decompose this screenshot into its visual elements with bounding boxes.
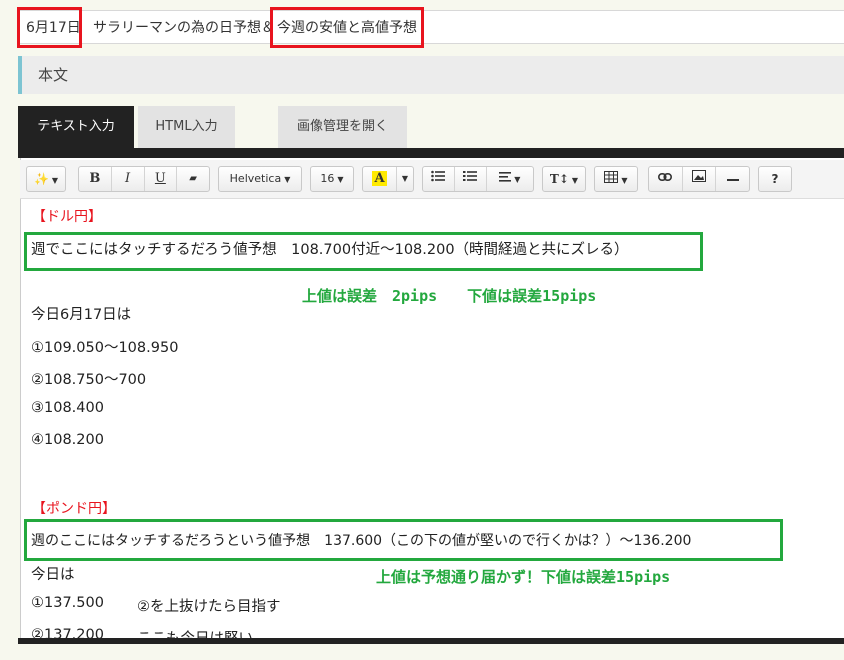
horizontal-rule-icon[interactable] bbox=[716, 167, 749, 191]
link-icon[interactable] bbox=[649, 167, 683, 191]
font-style-group: B I U ▰ bbox=[78, 166, 210, 192]
tab-html-input[interactable]: HTML入力 bbox=[138, 106, 235, 148]
paragraph-group: ▼ bbox=[422, 166, 534, 192]
font-size-select[interactable]: 16 ▼ bbox=[310, 166, 354, 192]
help-button[interactable]: ? bbox=[758, 166, 792, 192]
editor-top-frame bbox=[18, 148, 844, 158]
unordered-list-icon[interactable] bbox=[423, 167, 455, 191]
align-icon[interactable]: ▼ bbox=[487, 167, 533, 191]
line-height-button[interactable]: T↕ ▼ bbox=[542, 166, 586, 192]
gbp-level-2-comment: ここも今日は堅い bbox=[137, 627, 253, 638]
usd-level-3: ③108.400 bbox=[31, 400, 104, 416]
title-highlight-box bbox=[270, 7, 424, 48]
today-label: 今日6月17日は bbox=[31, 307, 132, 323]
underline-button[interactable]: U bbox=[145, 167, 178, 191]
gbp-level-2: ②137.200 bbox=[31, 627, 104, 638]
title-rest: サラリーマンの為の日予想＆ bbox=[93, 20, 275, 36]
image-icon[interactable] bbox=[683, 167, 717, 191]
usd-accuracy-note: 上値は誤差 2pips 下値は誤差15pips bbox=[302, 287, 597, 305]
open-image-manager-button[interactable]: 画像管理を開く bbox=[278, 106, 407, 148]
gbp-weekly-highlight-box bbox=[24, 519, 783, 561]
table-button[interactable]: ▼ bbox=[594, 166, 638, 192]
magic-wand-icon: ✨ bbox=[33, 172, 49, 186]
gbp-accuracy-note: 上値は予想通り届かず！下値は誤差15pips bbox=[376, 568, 671, 586]
gbp-level-1-comment: ②を上抜けたら目指す bbox=[137, 599, 281, 615]
heading-gbp-jpy: 【ポンド円】 bbox=[32, 501, 116, 517]
usd-level-1: ①109.050～108.950 bbox=[31, 340, 179, 356]
body-section-header: 本文 bbox=[18, 56, 844, 94]
heading-usd-jpy: 【ドル円】 bbox=[32, 209, 102, 225]
gbp-today-label: 今日は bbox=[31, 567, 75, 583]
font-color-button[interactable]: A bbox=[363, 167, 397, 191]
italic-button[interactable]: I bbox=[112, 167, 145, 191]
usd-level-2: ②108.750～700 bbox=[31, 372, 147, 388]
editor-bottom-frame bbox=[18, 638, 844, 644]
font-color-icon: A bbox=[372, 171, 387, 186]
font-size-value: 16 bbox=[320, 172, 335, 185]
font-family-value: Helvetica bbox=[229, 172, 282, 185]
eraser-icon[interactable]: ▰ bbox=[177, 167, 209, 191]
date-highlight-box bbox=[17, 7, 82, 48]
ordered-list-icon[interactable] bbox=[455, 167, 487, 191]
line-height-icon: T↕ bbox=[549, 172, 569, 186]
table-icon bbox=[604, 171, 619, 183]
bold-button[interactable]: B bbox=[79, 167, 112, 191]
gbp-level-1: ①137.500 bbox=[31, 595, 104, 611]
tab-text-input[interactable]: テキスト入力 bbox=[18, 106, 134, 148]
usd-level-4: ④108.200 bbox=[31, 432, 104, 448]
font-color-group: A ▼ bbox=[362, 166, 414, 192]
font-color-dropdown[interactable]: ▼ bbox=[397, 167, 413, 191]
usd-weekly-highlight-box bbox=[24, 232, 703, 271]
font-family-select[interactable]: Helvetica ▼ bbox=[218, 166, 302, 192]
insert-group bbox=[648, 166, 750, 192]
magic-style-button[interactable]: ✨ ▼ bbox=[26, 166, 66, 192]
editor-toolbar: ✨ ▼ B I U ▰ Helvetica ▼ 16 ▼ A ▼ ▼ T↕ ▼ ▼ bbox=[20, 160, 844, 199]
